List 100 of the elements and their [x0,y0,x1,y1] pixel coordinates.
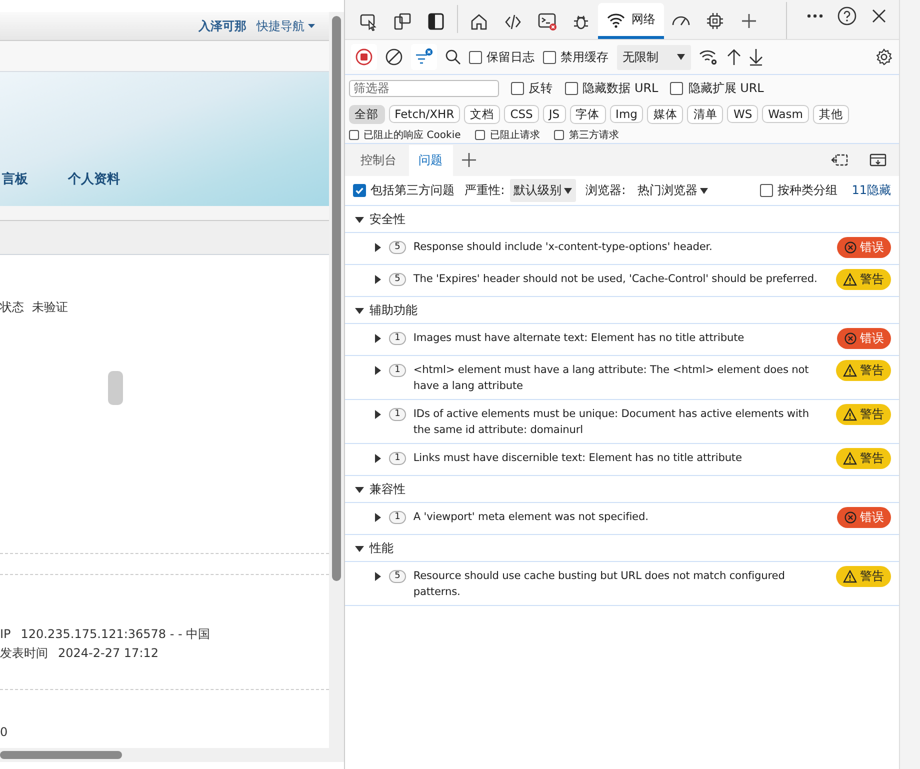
issue-text[interactable]: A 'viewport' meta element was not specified. [413,509,830,525]
nav-link[interactable]: 言板 [2,170,28,188]
field-value: 120.235.175.121:36578 - - 中国 [20,626,210,643]
chip-icon[interactable] [704,11,725,31]
header-link[interactable]: 快捷导航 [256,18,315,34]
header-link[interactable]: 入泽可那 [198,18,247,34]
checkbox-label[interactable]: 已阻止请求 [490,128,540,142]
type-filter-chip[interactable]: Img [610,105,644,123]
checkbox[interactable] [348,130,359,140]
expand-caret-icon[interactable] [372,410,382,419]
checkbox-label[interactable]: 第三方请求 [568,128,619,142]
checkbox[interactable] [352,184,366,197]
collapse-caret-icon[interactable] [354,214,364,224]
nav-link[interactable]: 个人资料 [68,170,120,188]
device-icon[interactable] [392,11,412,31]
checkbox-label[interactable]: 已阻止的响应 Cookie [364,128,461,142]
scrollbar-thumb[interactable] [332,16,341,581]
console-icon[interactable] [536,11,557,31]
caret-icon [700,188,708,194]
dock-bottom-icon[interactable] [869,152,888,168]
checkbox-label[interactable]: 按种类分组 [778,182,838,199]
help-icon[interactable] [837,6,858,26]
expand-caret-icon[interactable] [372,454,382,463]
collapse-caret-icon[interactable] [354,306,364,314]
settings-icon[interactable] [875,48,894,66]
filter-icon [414,48,434,66]
issue-text[interactable]: Resource should use cache busting but URL does not match configured patterns. [413,568,830,600]
expand-caret-icon[interactable] [372,572,382,581]
checkbox-label[interactable]: 反转 [528,80,553,96]
filter-button[interactable] [410,44,437,70]
warning-badge: 警告 [836,269,892,290]
checkbox[interactable] [670,82,684,94]
drawer-tab[interactable]: 控制台 [350,144,407,176]
checkbox-label[interactable]: 隐藏数据 URL [582,80,658,96]
dock-icon[interactable] [426,11,446,31]
type-filter-chip[interactable]: Fetch/XHR [388,105,460,123]
issue-text[interactable]: IDs of active elements must be unique: Document has active elements with the same id attribute: domainurl [413,406,830,438]
group-title[interactable]: 兼容性 [370,480,406,498]
type-filter-chip[interactable]: WS [727,105,758,123]
checkbox[interactable] [468,50,482,64]
collapse-caret-icon[interactable] [354,544,364,552]
type-filter-chip[interactable]: 媒体 [647,104,684,124]
close-icon[interactable] [871,8,888,24]
checkbox[interactable] [564,82,578,94]
more-icon[interactable] [807,14,824,18]
filter-field[interactable]: 筛选器 [348,80,499,96]
clear-icon[interactable] [384,48,403,66]
severity-dropdown[interactable]: 默认级别 [510,179,576,202]
record-icon [354,48,373,66]
warning-icon [843,408,858,421]
checkbox[interactable] [760,184,773,197]
wifi-gear-icon[interactable] [698,48,719,66]
checkbox-label[interactable]: 隐藏扩展 URL [688,80,764,96]
scrollbar-thumb[interactable] [0,751,122,759]
tool-tab[interactable]: 网络 [598,3,664,39]
error-badge: 错误 [837,328,892,349]
issue-text[interactable]: Links must have discernible text: Element has no title attribute [413,450,830,466]
type-filter-chip[interactable]: 文档 [464,104,500,124]
count-badge: 5 [388,570,406,583]
type-filter-chip[interactable]: JS [542,105,566,123]
hidden-count[interactable]: 11隐藏 [852,182,892,199]
record-button[interactable] [350,44,377,70]
upload-icon[interactable] [726,48,741,66]
type-filter-chip[interactable]: 其他 [813,104,850,124]
field-label: 状态 [0,299,24,316]
expand-caret-icon[interactable] [372,243,382,252]
checkbox-label[interactable]: 包括第三方问题 [370,182,455,199]
checkbox[interactable] [510,82,524,94]
download-icon[interactable] [748,48,763,66]
issue-text[interactable]: <html> element must have a lang attribute: The <html> element does not have a lang attribute [413,362,830,394]
collapse-caret-icon[interactable] [354,484,364,494]
drawer-tab[interactable]: 问题 [408,144,453,176]
issue-text[interactable]: The 'Expires' header should not be used, 'Cache-Control' should be preferred. [413,271,830,287]
type-filter-chip[interactable]: 全部 [348,104,385,124]
group-title[interactable]: 安全性 [370,210,406,228]
group-title[interactable]: 辅助功能 [370,302,418,318]
issue-text[interactable]: Response should include 'x-content-type-options' header. [413,239,830,255]
dock-panel-icon[interactable] [831,152,850,168]
expand-caret-icon[interactable] [372,366,382,375]
expand-caret-icon[interactable] [372,513,382,522]
type-filter-chip[interactable]: CSS [504,105,539,123]
group-title[interactable]: 性能 [370,540,394,556]
issue-text[interactable]: Images must have alternate text: Element has no title attribute [413,330,830,346]
checkbox[interactable] [474,130,485,140]
count-badge: 1 [388,332,406,345]
checkbox[interactable] [542,50,556,64]
checkbox[interactable] [554,130,564,140]
expand-caret-icon[interactable] [372,275,382,284]
search-icon[interactable] [444,49,461,65]
type-filter-chip[interactable]: 字体 [570,104,606,124]
type-filter-chip[interactable]: Wasm [762,105,810,123]
count-value: 0 [0,724,8,741]
plus-icon[interactable] [460,152,477,168]
checkbox-label[interactable]: 禁用缓存 [560,48,609,66]
caret-icon [564,188,572,194]
browser-dropdown[interactable]: 热门浏览器 [638,182,708,199]
throttle-dropdown[interactable]: 无限制 [616,44,691,70]
expand-caret-icon[interactable] [372,334,382,343]
type-filter-chip[interactable]: 清单 [687,104,724,124]
checkbox-label[interactable]: 保留日志 [486,48,535,66]
